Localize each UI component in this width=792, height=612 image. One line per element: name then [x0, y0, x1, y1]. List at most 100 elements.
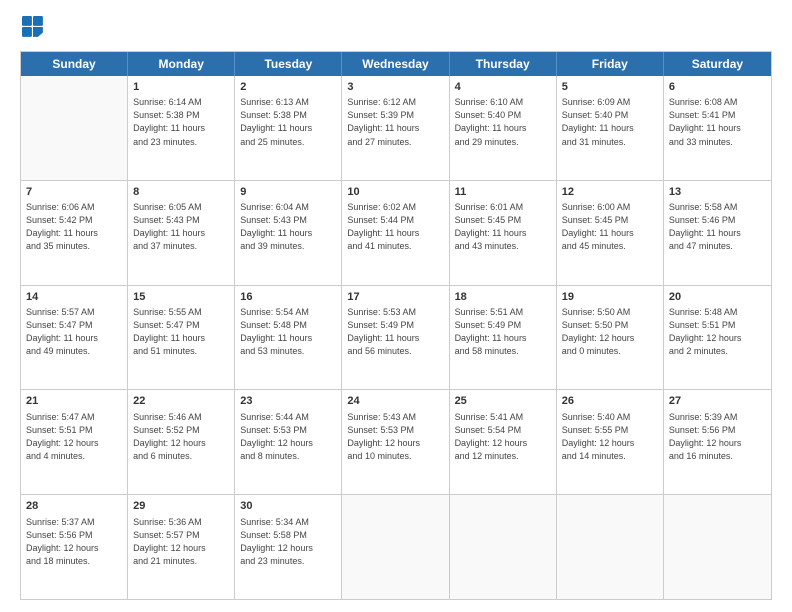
day-info: Sunrise: 5:41 AM Sunset: 5:54 PM Dayligh… [455, 411, 551, 463]
table-row: 26 Sunrise: 5:40 AM Sunset: 5:55 PM Dayli… [557, 390, 664, 494]
table-row: 29 Sunrise: 5:36 AM Sunset: 5:57 PM Dayli… [128, 495, 235, 599]
calendar-week-1: 1Sunrise: 6:14 AM Sunset: 5:38 PM Daylig… [21, 76, 771, 181]
header-tuesday: Tuesday [235, 52, 342, 76]
header-wednesday: Wednesday [342, 52, 449, 76]
day-info: Sunrise: 5:50 AM Sunset: 5:50 PM Dayligh… [562, 306, 658, 358]
day-number: 25 [455, 394, 551, 409]
table-row: 12Sunrise: 6:00 AM Sunset: 5:45 PM Dayli… [557, 181, 664, 285]
day-number: 5 [562, 80, 658, 95]
page: Sunday Monday Tuesday Wednesday Thursday… [0, 0, 792, 612]
table-row [21, 76, 128, 180]
header-sunday: Sunday [21, 52, 128, 76]
day-number: 17 [347, 290, 443, 305]
day-info: Sunrise: 5:48 AM Sunset: 5:51 PM Dayligh… [669, 306, 766, 358]
table-row: 9Sunrise: 6:04 AM Sunset: 5:43 PM Daylig… [235, 181, 342, 285]
table-row: 17Sunrise: 5:53 AM Sunset: 5:49 PM Dayli… [342, 286, 449, 390]
table-row: 13Sunrise: 5:58 AM Sunset: 5:46 PM Dayli… [664, 181, 771, 285]
table-row: 10Sunrise: 6:02 AM Sunset: 5:44 PM Dayli… [342, 181, 449, 285]
table-row: 14Sunrise: 5:57 AM Sunset: 5:47 PM Dayli… [21, 286, 128, 390]
table-row: 2Sunrise: 6:13 AM Sunset: 5:38 PM Daylig… [235, 76, 342, 180]
day-number: 12 [562, 185, 658, 200]
header-thursday: Thursday [450, 52, 557, 76]
table-row: 25 Sunrise: 5:41 AM Sunset: 5:54 PM Dayli… [450, 390, 557, 494]
table-row: 28Sunrise: 5:37 AM Sunset: 5:56 PM Dayli… [21, 495, 128, 599]
day-number: 14 [26, 290, 122, 305]
day-info: Sunrise: 5:36 AM Sunset: 5:57 PM Dayligh… [133, 516, 229, 568]
day-number: 18 [455, 290, 551, 305]
day-number: 15 [133, 290, 229, 305]
table-row: 16Sunrise: 5:54 AM Sunset: 5:48 PM Dayli… [235, 286, 342, 390]
table-row: 27 Sunrise: 5:39 AM Sunset: 5:56 PM Dayli… [664, 390, 771, 494]
day-info: Sunrise: 5:55 AM Sunset: 5:47 PM Dayligh… [133, 306, 229, 358]
header-monday: Monday [128, 52, 235, 76]
table-row: 6Sunrise: 6:08 AM Sunset: 5:41 PM Daylig… [664, 76, 771, 180]
calendar-week-2: 7Sunrise: 6:06 AM Sunset: 5:42 PM Daylig… [21, 181, 771, 286]
table-row: 24 Sunrise: 5:43 AM Sunset: 5:53 PM Dayli… [342, 390, 449, 494]
day-number: 26 [562, 394, 658, 409]
day-info: Sunrise: 5:47 AM Sunset: 5:51 PM Dayligh… [26, 411, 122, 463]
table-row: 5Sunrise: 6:09 AM Sunset: 5:40 PM Daylig… [557, 76, 664, 180]
header-friday: Friday [557, 52, 664, 76]
day-number: 13 [669, 185, 766, 200]
day-number: 10 [347, 185, 443, 200]
day-number: 22 [133, 394, 229, 409]
day-number: 3 [347, 80, 443, 95]
day-number: 9 [240, 185, 336, 200]
day-info: Sunrise: 6:08 AM Sunset: 5:41 PM Dayligh… [669, 96, 766, 148]
table-row: 20Sunrise: 5:48 AM Sunset: 5:51 PM Dayli… [664, 286, 771, 390]
day-number: 27 [669, 394, 766, 409]
day-number: 20 [669, 290, 766, 305]
day-info: Sunrise: 5:44 AM Sunset: 5:53 PM Dayligh… [240, 411, 336, 463]
day-number: 16 [240, 290, 336, 305]
day-number: 11 [455, 185, 551, 200]
day-info: Sunrise: 6:13 AM Sunset: 5:38 PM Dayligh… [240, 96, 336, 148]
day-number: 2 [240, 80, 336, 95]
logo [20, 16, 46, 43]
calendar-week-4: 21 Sunrise: 5:47 AM Sunset: 5:51 PM Dayli… [21, 390, 771, 495]
logo-icon [22, 16, 44, 38]
day-info: Sunrise: 5:37 AM Sunset: 5:56 PM Dayligh… [26, 516, 122, 568]
table-row: 7Sunrise: 6:06 AM Sunset: 5:42 PM Daylig… [21, 181, 128, 285]
day-info: Sunrise: 5:51 AM Sunset: 5:49 PM Dayligh… [455, 306, 551, 358]
table-row: 30Sunrise: 5:34 AM Sunset: 5:58 PM Dayli… [235, 495, 342, 599]
day-info: Sunrise: 5:39 AM Sunset: 5:56 PM Dayligh… [669, 411, 766, 463]
table-row: 11Sunrise: 6:01 AM Sunset: 5:45 PM Dayli… [450, 181, 557, 285]
day-info: Sunrise: 5:40 AM Sunset: 5:55 PM Dayligh… [562, 411, 658, 463]
day-info: Sunrise: 5:43 AM Sunset: 5:53 PM Dayligh… [347, 411, 443, 463]
day-info: Sunrise: 6:09 AM Sunset: 5:40 PM Dayligh… [562, 96, 658, 148]
day-info: Sunrise: 5:53 AM Sunset: 5:49 PM Dayligh… [347, 306, 443, 358]
day-info: Sunrise: 6:04 AM Sunset: 5:43 PM Dayligh… [240, 201, 336, 253]
calendar-header: Sunday Monday Tuesday Wednesday Thursday… [21, 52, 771, 76]
day-number: 1 [133, 80, 229, 95]
day-number: 19 [562, 290, 658, 305]
day-info: Sunrise: 6:00 AM Sunset: 5:45 PM Dayligh… [562, 201, 658, 253]
day-info: Sunrise: 6:10 AM Sunset: 5:40 PM Dayligh… [455, 96, 551, 148]
table-row [342, 495, 449, 599]
table-row [557, 495, 664, 599]
day-number: 7 [26, 185, 122, 200]
header-saturday: Saturday [664, 52, 771, 76]
day-number: 21 [26, 394, 122, 409]
day-number: 4 [455, 80, 551, 95]
day-info: Sunrise: 5:57 AM Sunset: 5:47 PM Dayligh… [26, 306, 122, 358]
day-info: Sunrise: 6:14 AM Sunset: 5:38 PM Dayligh… [133, 96, 229, 148]
calendar-week-5: 28Sunrise: 5:37 AM Sunset: 5:56 PM Dayli… [21, 495, 771, 599]
day-number: 8 [133, 185, 229, 200]
day-info: Sunrise: 6:05 AM Sunset: 5:43 PM Dayligh… [133, 201, 229, 253]
day-number: 24 [347, 394, 443, 409]
table-row: 3Sunrise: 6:12 AM Sunset: 5:39 PM Daylig… [342, 76, 449, 180]
day-info: Sunrise: 5:54 AM Sunset: 5:48 PM Dayligh… [240, 306, 336, 358]
table-row: 8Sunrise: 6:05 AM Sunset: 5:43 PM Daylig… [128, 181, 235, 285]
day-number: 30 [240, 499, 336, 514]
table-row: 15Sunrise: 5:55 AM Sunset: 5:47 PM Dayli… [128, 286, 235, 390]
table-row [664, 495, 771, 599]
day-number: 6 [669, 80, 766, 95]
day-info: Sunrise: 5:46 AM Sunset: 5:52 PM Dayligh… [133, 411, 229, 463]
table-row: 21 Sunrise: 5:47 AM Sunset: 5:51 PM Dayli… [21, 390, 128, 494]
calendar: Sunday Monday Tuesday Wednesday Thursday… [20, 51, 772, 600]
table-row [450, 495, 557, 599]
day-info: Sunrise: 6:12 AM Sunset: 5:39 PM Dayligh… [347, 96, 443, 148]
day-info: Sunrise: 6:02 AM Sunset: 5:44 PM Dayligh… [347, 201, 443, 253]
day-number: 29 [133, 499, 229, 514]
table-row: 1Sunrise: 6:14 AM Sunset: 5:38 PM Daylig… [128, 76, 235, 180]
